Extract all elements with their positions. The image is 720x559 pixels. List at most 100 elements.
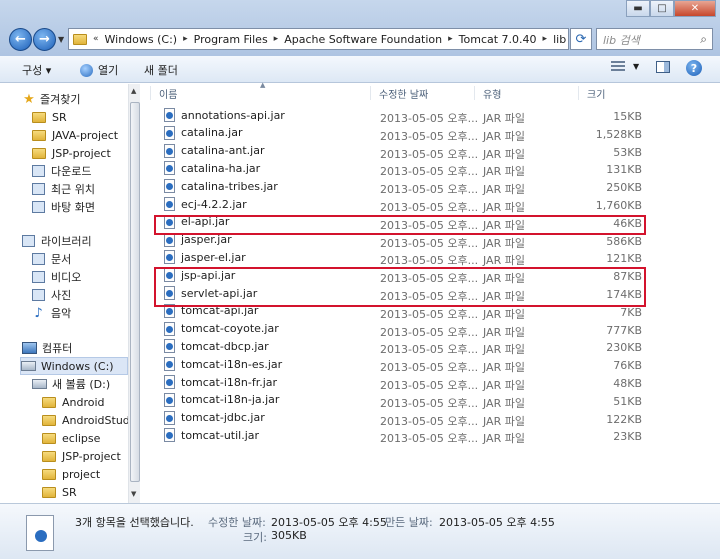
file-row[interactable]: jsp-api.jar 2013-05-05 오후... JAR 파일 87KB (158, 267, 646, 285)
file-row[interactable]: tomcat-util.jar 2013-05-05 오후... JAR 파일 23K… (158, 427, 646, 445)
file-row[interactable]: ecj-4.2.2.jar 2013-05-05 오후... JAR 파일 1,760… (158, 196, 646, 214)
jar-file-icon (164, 428, 175, 443)
scroll-up-icon[interactable]: ▲ (131, 87, 136, 95)
nav-scrollbar[interactable]: ▲ ▼ (128, 84, 140, 503)
file-row[interactable]: tomcat-dbcp.jar 2013-05-05 오후... JAR 파일 230… (158, 338, 646, 356)
file-date: 2013-05-05 오후... (380, 218, 479, 232)
file-date: 2013-05-05 오후... (380, 165, 479, 179)
nav-favorites[interactable]: ★ 즐겨찾기 (22, 90, 80, 108)
breadcrumb-item[interactable]: Program Files (194, 33, 268, 46)
file-date: 2013-05-05 오후... (380, 147, 479, 161)
nav-libraries[interactable]: 라이브러리 (22, 232, 92, 250)
scroll-thumb[interactable] (130, 102, 140, 482)
recent-pages-dropdown[interactable]: ▼ (58, 35, 64, 44)
nav-item-folder[interactable]: eclipse (42, 429, 100, 447)
nav-item-library[interactable]: ♪ 음악 (32, 304, 71, 322)
address-overflow[interactable]: « (93, 34, 99, 44)
jar-file-icon (164, 339, 175, 354)
nav-computer[interactable]: 컴퓨터 (22, 339, 72, 357)
file-date: 2013-05-05 오후... (380, 414, 479, 428)
file-size: 174KB (606, 288, 642, 301)
folder-icon (42, 396, 56, 408)
file-row[interactable]: tomcat-jdbc.jar 2013-05-05 오후... JAR 파일 122… (158, 410, 646, 428)
file-row[interactable]: el-api.jar 2013-05-05 오후... JAR 파일 46KB (158, 214, 646, 232)
file-row[interactable]: annotations-api.jar 2013-05-05 오후... JAR 파… (158, 107, 646, 125)
minimize-button[interactable]: ▬ (626, 0, 650, 17)
column-header: ▲ 이름 수정한 날짜 유형 크기 (148, 81, 648, 101)
nav-item-folder[interactable]: AndroidStudio (42, 411, 128, 429)
refresh-button[interactable]: ⟳ (570, 28, 592, 50)
breadcrumb-separator-icon[interactable]: ▸ (274, 34, 279, 44)
nav-item-favorite[interactable]: JAVA-project (32, 126, 118, 144)
column-name[interactable]: 이름 (150, 86, 368, 101)
file-row[interactable]: jasper-el.jar 2013-05-05 오후... JAR 파일 121KB (158, 249, 646, 267)
nav-item-folder[interactable]: SR (42, 483, 77, 501)
breadcrumb-item[interactable]: lib (553, 33, 566, 46)
folder-icon (42, 432, 56, 444)
search-placeholder: lib 검색 (603, 34, 640, 47)
file-name-cell: el-api.jar (164, 214, 229, 229)
nav-item-folder[interactable]: JSP-project (42, 447, 121, 465)
file-size: 586KB (606, 234, 642, 248)
preview-pane-button[interactable] (656, 61, 670, 73)
new-folder-button[interactable]: 새 폴더 (144, 62, 178, 78)
help-button[interactable]: ? (686, 60, 702, 76)
nav-item-library[interactable]: 비디오 (32, 268, 81, 286)
file-row[interactable]: tomcat-i18n-ja.jar 2013-05-05 오후... JAR 파일… (158, 392, 646, 410)
nav-item-label: eclipse (62, 431, 101, 445)
nav-item-favorite[interactable]: 바탕 화면 (32, 198, 95, 216)
file-name-cell: catalina-ant.jar (164, 143, 265, 158)
file-row[interactable]: tomcat-i18n-fr.jar 2013-05-05 오후... JAR 파일… (158, 374, 646, 392)
file-row[interactable]: catalina-ha.jar 2013-05-05 오후... JAR 파일 131… (158, 160, 646, 178)
search-input[interactable]: lib 검색 ⌕ (596, 28, 713, 50)
nav-item-favorite[interactable]: JSP-project (32, 144, 111, 162)
back-button[interactable]: ← (9, 28, 32, 51)
file-date: 2013-05-05 오후... (380, 236, 479, 250)
nav-item-folder[interactable]: Android (42, 393, 105, 411)
jar-file-icon (26, 515, 54, 551)
scroll-down-icon[interactable]: ▼ (131, 490, 136, 498)
nav-drive-c[interactable]: Windows (C:) (20, 357, 128, 375)
nav-item-folder[interactable]: project (42, 465, 100, 483)
nav-item-label: SR (52, 110, 67, 124)
breadcrumb-item[interactable]: Apache Software Foundation (284, 33, 442, 46)
breadcrumb-separator-icon[interactable]: ▸ (448, 34, 453, 44)
nav-item-library[interactable]: 사진 (32, 286, 71, 304)
breadcrumb-separator-icon[interactable]: ▸ (543, 34, 548, 44)
forward-button[interactable]: → (33, 28, 56, 51)
breadcrumb-separator-icon[interactable]: ▸ (183, 34, 188, 44)
organize-button[interactable]: 구성 ▾ (22, 62, 51, 78)
file-row[interactable]: jasper.jar 2013-05-05 오후... JAR 파일 586KB (158, 232, 646, 250)
breadcrumb-item[interactable]: Tomcat 7.0.40 (459, 33, 537, 46)
file-row[interactable]: catalina-ant.jar 2013-05-05 오후... JAR 파일 53… (158, 143, 646, 161)
file-row[interactable]: catalina.jar 2013-05-05 오후... JAR 파일 1,528K… (158, 125, 646, 143)
nav-item-label: 문서 (51, 253, 72, 266)
nav-item-favorite[interactable]: SR (32, 108, 67, 126)
maximize-button[interactable]: □ (650, 0, 674, 17)
window-controls: ▬ □ ✕ (626, 0, 716, 17)
nav-item-favorite[interactable]: 다운로드 (32, 162, 91, 180)
open-button[interactable]: 열기 (80, 62, 118, 78)
modified-label: 수정한 날짜: (208, 516, 266, 529)
nav-item-library[interactable]: 문서 (32, 250, 71, 268)
column-size[interactable]: 크기 (578, 86, 648, 101)
change-view-button[interactable]: ▼ (611, 61, 639, 72)
library-icon (22, 235, 35, 247)
address-bar[interactable]: « Windows (C:) ▸ Program Files ▸ Apache Soft… (68, 28, 589, 50)
jar-file-icon (164, 286, 175, 300)
file-row[interactable]: catalina-tribes.jar 2013-05-05 오후... JAR 파… (158, 178, 646, 196)
file-name: catalina-ant.jar (181, 144, 265, 158)
file-size: 15KB (613, 110, 642, 123)
column-date[interactable]: 수정한 날짜 (370, 86, 474, 101)
file-row[interactable]: tomcat-api.jar 2013-05-05 오후... JAR 파일 7KB (158, 303, 646, 321)
close-button[interactable]: ✕ (674, 0, 716, 17)
nav-item-favorite[interactable]: 최근 위치 (32, 180, 95, 198)
jar-file-icon (164, 179, 175, 194)
file-name-cell: tomcat-coyote.jar (164, 321, 279, 336)
column-type[interactable]: 유형 (474, 86, 578, 101)
nav-drive-d[interactable]: 새 볼륨 (D:) (32, 375, 110, 393)
file-row[interactable]: tomcat-coyote.jar 2013-05-05 오후... JAR 파일 7… (158, 321, 646, 339)
file-row[interactable]: servlet-api.jar 2013-05-05 오후... JAR 파일 174… (158, 285, 646, 303)
file-row[interactable]: tomcat-i18n-es.jar 2013-05-05 오후... JAR 파일… (158, 356, 646, 374)
breadcrumb-item[interactable]: Windows (C:) (105, 33, 178, 46)
